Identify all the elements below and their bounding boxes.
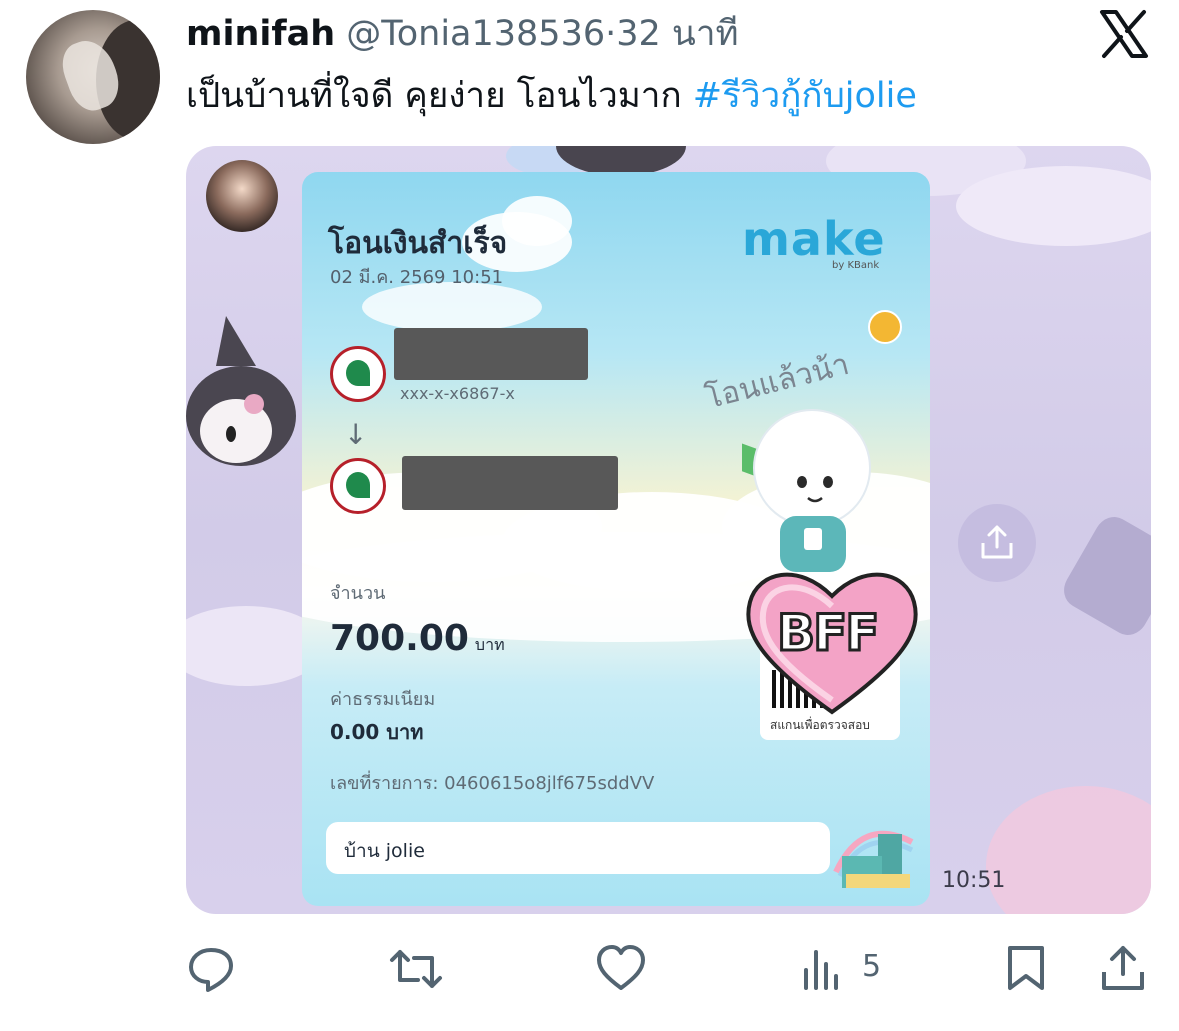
brand-sub: by KBank: [832, 260, 880, 271]
x-logo-icon: [1098, 8, 1150, 60]
make-brand-logo: make: [742, 212, 886, 266]
slip-title: โอนเงินสำเร็จ: [328, 226, 508, 261]
reply-button[interactable]: [186, 944, 236, 1000]
amount: 700.00 บาท: [330, 618, 505, 659]
castle-icon: [833, 830, 914, 888]
from-account: xxx-x-x6867-x: [400, 384, 515, 403]
header-separator: ·: [605, 14, 617, 54]
kbank-icon: [330, 346, 386, 402]
retweet-button[interactable]: [388, 944, 444, 1000]
tweet-timestamp[interactable]: 32 นาที: [616, 14, 738, 54]
memo-box: บ้าน jolie: [326, 822, 830, 874]
views-count: 5: [862, 949, 882, 984]
fee-value: 0.00 บาท: [330, 720, 424, 744]
fee-label: ค่าธรรมเนียม: [330, 689, 436, 710]
memo-text: บ้าน jolie: [344, 840, 425, 862]
heart-icon: [597, 945, 645, 990]
coin-icon: [868, 310, 902, 344]
tweet-text: เป็นบ้านที่ใจดี คุยง่าย โอนไวมาก #รีวิวก…: [186, 72, 917, 120]
share-icon: [1102, 946, 1144, 990]
kuromi-sticker-icon: [186, 316, 296, 466]
amount-value: 700.00: [330, 618, 469, 659]
transfer-slip: โอนเงินสำเร็จ 02 มี.ค. 2569 10:51 make b…: [302, 172, 930, 906]
bff-badge: BFF: [775, 603, 880, 664]
author-handle[interactable]: @Tonia138536: [346, 14, 605, 54]
share-icon: [981, 525, 1013, 559]
tweet-body: เป็นบ้านที่ใจดี คุยง่าย โอนไวมาก: [186, 76, 693, 116]
amount-unit: บาท: [474, 635, 505, 654]
like-button[interactable]: [596, 944, 646, 1000]
bookmark-button[interactable]: [1004, 944, 1048, 1000]
retweet-icon: [390, 950, 442, 988]
tweet-media-image[interactable]: โอนเงินสำเร็จ 02 มี.ค. 2569 10:51 make b…: [186, 146, 1151, 914]
hashtag-link[interactable]: #รีวิวกู้กับjolie: [693, 76, 917, 116]
views-icon: [804, 950, 838, 990]
author-name[interactable]: minifah: [186, 14, 335, 54]
brand-text: make: [742, 212, 886, 266]
reference-number: เลขที่รายการ: 0460615o8jlf675sddVV: [330, 773, 655, 794]
bookmark-icon: [1008, 946, 1044, 990]
tweet-header: minifah @Tonia138536·32 นาที: [186, 12, 739, 56]
redacted-receiver-name: [402, 456, 618, 510]
views-button[interactable]: [800, 944, 844, 1000]
media-share-button[interactable]: [958, 504, 1036, 582]
share-button[interactable]: [1098, 944, 1148, 1000]
arrow-down-icon: ↓: [344, 418, 368, 451]
reply-icon: [189, 948, 233, 992]
chat-avatar: [206, 160, 278, 232]
author-avatar[interactable]: [26, 10, 160, 144]
mascot-icon: [742, 409, 871, 572]
amount-label: จำนวน: [330, 583, 386, 604]
slip-date: 02 มี.ค. 2569 10:51: [330, 267, 504, 288]
redacted-sender-name: [394, 328, 588, 380]
kbank-icon: [330, 458, 386, 514]
chat-time: 10:51: [942, 868, 1006, 893]
